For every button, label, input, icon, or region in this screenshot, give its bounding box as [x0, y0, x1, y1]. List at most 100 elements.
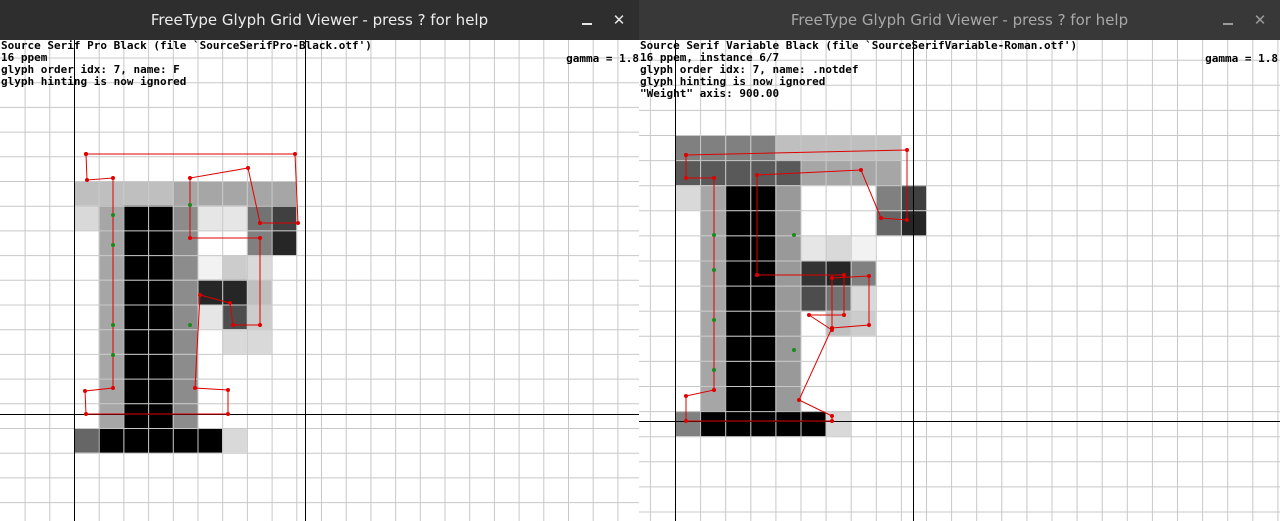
- on-curve-point: [684, 176, 688, 180]
- pixel-cell: [246, 181, 272, 206]
- on-curve-point: [684, 394, 688, 398]
- minimize-button[interactable]: [575, 8, 599, 32]
- pixel-cell: [775, 285, 801, 311]
- pixel-cell: [98, 304, 124, 330]
- pixel-cell: [123, 255, 149, 280]
- viewer-window-left[interactable]: FreeType Glyph Grid Viewer - press ? for…: [0, 0, 639, 521]
- pixel-cell: [148, 378, 173, 404]
- off-curve-point: [111, 243, 115, 247]
- pixel-cell: [172, 304, 198, 330]
- pixel-cell: [775, 411, 801, 437]
- title-bar[interactable]: FreeType Glyph Grid Viewer - press ? for…: [0, 0, 639, 40]
- on-curve-point: [830, 276, 834, 280]
- pixel-cell: [800, 411, 826, 437]
- on-curve-point: [296, 221, 300, 225]
- pixel-cell: [222, 181, 247, 206]
- pixel-cell: [675, 185, 701, 211]
- pixel-cell: [750, 360, 776, 386]
- pixel-cell: [172, 255, 198, 280]
- pixel-cell: [850, 235, 876, 261]
- pixel-cell: [123, 279, 149, 305]
- pixel-cell: [98, 255, 124, 280]
- pixel-cell: [700, 185, 726, 211]
- pixel-cell: [750, 411, 776, 437]
- title-bar[interactable]: FreeType Glyph Grid Viewer - press ? for…: [639, 0, 1280, 40]
- pixel-cell: [98, 181, 124, 206]
- pixel-cell: [750, 335, 776, 361]
- minimize-icon: [582, 23, 592, 25]
- off-curve-point: [111, 353, 115, 357]
- viewer-window-right[interactable]: FreeType Glyph Grid Viewer - press ? for…: [639, 0, 1280, 521]
- pixel-cell: [123, 428, 149, 453]
- pixel-cell: [246, 255, 272, 280]
- pixel-cell: [700, 135, 726, 161]
- pixel-cell: [725, 160, 751, 186]
- on-curve-point: [293, 152, 297, 156]
- glyph-grid: [639, 40, 1280, 521]
- on-curve-point: [84, 412, 88, 416]
- pixel-cell: [700, 360, 726, 386]
- pixel-cell: [700, 235, 726, 261]
- pixel-cell: [700, 310, 726, 336]
- off-curve-point: [712, 318, 716, 322]
- pixel-cell: [675, 135, 701, 161]
- pixel-cell: [123, 205, 149, 231]
- on-curve-point: [842, 313, 846, 317]
- on-curve-point: [246, 166, 250, 170]
- pixel-cell: [172, 403, 198, 428]
- on-curve-point: [111, 386, 115, 390]
- on-curve-point: [712, 176, 716, 180]
- close-button[interactable]: ✕: [607, 8, 631, 32]
- pixel-cell: [700, 411, 726, 437]
- minimize-button[interactable]: [1216, 8, 1240, 32]
- pixel-cell: [775, 335, 801, 361]
- on-curve-point: [85, 178, 89, 182]
- pixel-cell: [675, 411, 701, 437]
- pixel-cell: [123, 230, 149, 256]
- pixel-cell: [197, 428, 223, 453]
- off-curve-point: [792, 348, 796, 352]
- pixel-cell: [750, 310, 776, 336]
- pixel-cell: [800, 135, 826, 161]
- pixel-cell: [246, 329, 272, 354]
- pixel-cell: [725, 210, 751, 236]
- pixel-cell: [700, 285, 726, 311]
- pixel-cell: [172, 230, 198, 256]
- glyph-grid-canvas[interactable]: Source Serif Variable Black (file `Sourc…: [639, 40, 1280, 521]
- info-line: glyph hinting is now ignored: [1, 75, 187, 88]
- off-curve-point: [712, 268, 716, 272]
- on-curve-point: [228, 301, 232, 305]
- pixel-cell: [825, 260, 851, 286]
- close-button[interactable]: ✕: [1248, 8, 1272, 32]
- on-curve-point: [83, 389, 87, 393]
- on-curve-point: [226, 388, 230, 392]
- pixel-cell: [197, 255, 223, 280]
- info-line: "Weight" axis: 900.00: [640, 87, 780, 100]
- pixel-cell: [775, 360, 801, 386]
- pixel-cell: [74, 428, 99, 453]
- pixel-cell: [825, 310, 851, 336]
- pixel-cell: [750, 210, 776, 236]
- on-curve-point: [755, 273, 759, 277]
- pixel-cell: [271, 181, 297, 206]
- on-curve-point: [867, 274, 871, 278]
- pixel-cell: [800, 260, 826, 286]
- pixel-cell: [246, 279, 272, 305]
- pixel-cell: [700, 260, 726, 286]
- pixel-cell: [775, 210, 801, 236]
- pixel-cell: [875, 160, 901, 186]
- on-curve-point: [188, 176, 192, 180]
- on-curve-point: [905, 218, 909, 222]
- pixel-cell: [800, 285, 826, 311]
- pixel-cell: [825, 235, 851, 261]
- on-curve-point: [807, 313, 811, 317]
- minimize-icon: [1223, 23, 1233, 25]
- pixel-cell: [148, 230, 173, 256]
- pixel-cell: [825, 160, 851, 186]
- pixel-cell: [725, 285, 751, 311]
- glyph-grid-canvas[interactable]: Source Serif Pro Black (file `SourceSeri…: [0, 40, 639, 521]
- pixel-cell: [123, 329, 149, 354]
- pixel-cell: [172, 181, 198, 206]
- on-curve-point: [867, 323, 871, 327]
- pixel-cell: [850, 260, 876, 286]
